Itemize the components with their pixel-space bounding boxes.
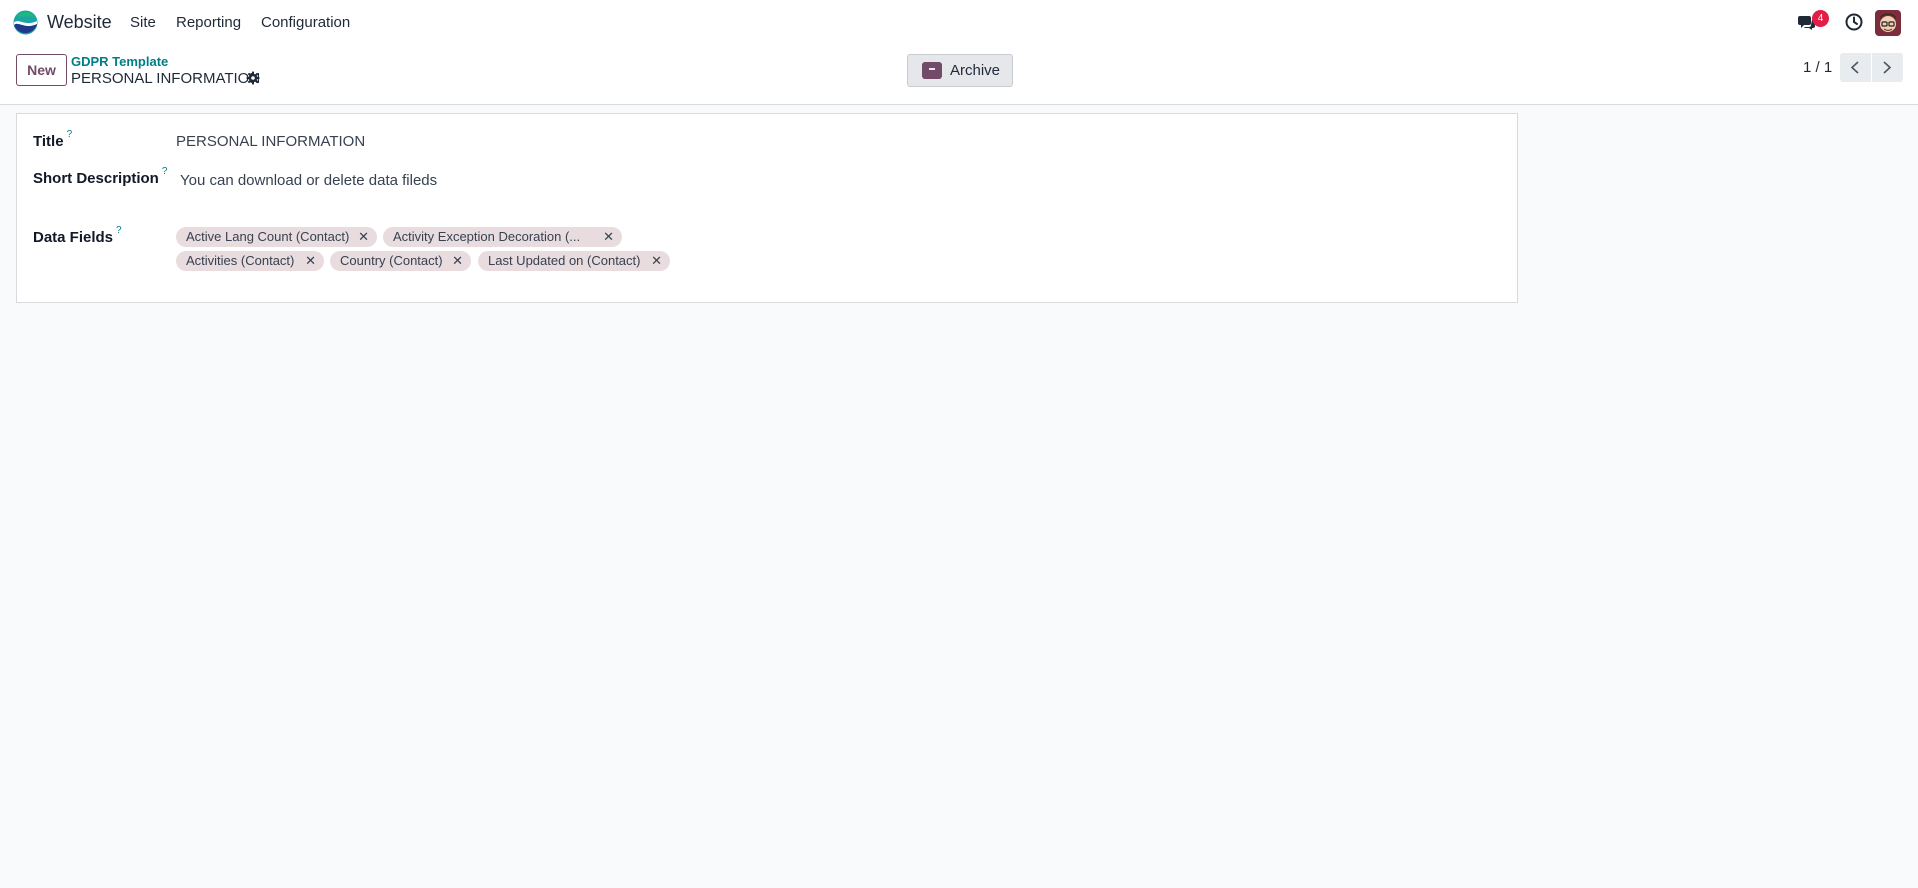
top-navbar: Website Site Reporting Configuration 4: [0, 0, 1918, 45]
data-fields-label: Data Fields?: [33, 225, 122, 246]
tag-remove-icon[interactable]: ✕: [651, 251, 662, 271]
website-app-logo-icon[interactable]: [13, 10, 38, 35]
title-help-tooltip[interactable]: ?: [67, 129, 73, 140]
title-field[interactable]: PERSONAL INFORMATION: [176, 133, 365, 150]
tag-activities: Activities (Contact) ✕: [176, 251, 324, 271]
user-avatar[interactable]: [1875, 10, 1901, 36]
pager-next-button[interactable]: [1872, 53, 1903, 82]
clock-icon[interactable]: [1845, 13, 1863, 31]
new-button[interactable]: New: [16, 54, 67, 86]
user-avatar-icon: [1875, 10, 1901, 36]
archive-label: Archive: [950, 62, 1001, 79]
archive-button[interactable]: Archive: [907, 54, 1013, 87]
tag-label: Activities (Contact): [186, 253, 295, 268]
short-description-field[interactable]: You can download or delete data fileds: [180, 172, 437, 189]
breadcrumb-gdpr-template[interactable]: GDPR Template: [71, 54, 168, 69]
tag-activity-exception-decoration: Activity Exception Decoration (... ✕: [383, 227, 622, 247]
tag-label: Country (Contact): [340, 253, 443, 268]
form-sheet: Title? PERSONAL INFORMATION Short Descri…: [16, 113, 1518, 303]
messages-count-badge: 4: [1812, 10, 1829, 27]
control-panel: New GDPR Template PERSONAL INFORMATION A…: [0, 45, 1918, 105]
pager-previous-button[interactable]: [1840, 53, 1871, 82]
title-label-text: Title: [33, 133, 64, 150]
app-name[interactable]: Website: [47, 12, 112, 33]
tag-label: Last Updated on (Contact): [488, 253, 641, 268]
menu-item-reporting[interactable]: Reporting: [176, 14, 241, 31]
short-description-help-tooltip[interactable]: ?: [162, 166, 168, 177]
data-fields-help-tooltip[interactable]: ?: [116, 225, 122, 236]
gear-icon[interactable]: [246, 71, 260, 85]
tag-label: Activity Exception Decoration (...: [393, 229, 581, 244]
tag-country: Country (Contact) ✕: [330, 251, 471, 271]
data-fields-label-text: Data Fields: [33, 229, 114, 246]
menu-item-site[interactable]: Site: [130, 14, 156, 31]
archive-box-icon: [922, 62, 942, 79]
tag-remove-icon[interactable]: ✕: [358, 227, 369, 247]
pager-value[interactable]: 1 / 1: [1803, 59, 1832, 76]
tag-remove-icon[interactable]: ✕: [452, 251, 463, 271]
tag-label: Active Lang Count (Contact): [186, 229, 350, 244]
short-description-label-text: Short Description: [33, 170, 159, 187]
chevron-left-icon: [1850, 61, 1859, 74]
tag-active-lang-count: Active Lang Count (Contact) ✕: [176, 227, 377, 247]
menu-item-configuration[interactable]: Configuration: [261, 14, 350, 31]
short-description-label: Short Description?: [33, 166, 168, 187]
tag-last-updated-on: Last Updated on (Contact) ✕: [478, 251, 670, 271]
title-label: Title?: [33, 129, 73, 150]
tag-remove-icon[interactable]: ✕: [305, 251, 316, 271]
chevron-right-icon: [1883, 61, 1892, 74]
tag-remove-icon[interactable]: ✕: [603, 227, 614, 247]
record-title: PERSONAL INFORMATION: [71, 70, 261, 87]
